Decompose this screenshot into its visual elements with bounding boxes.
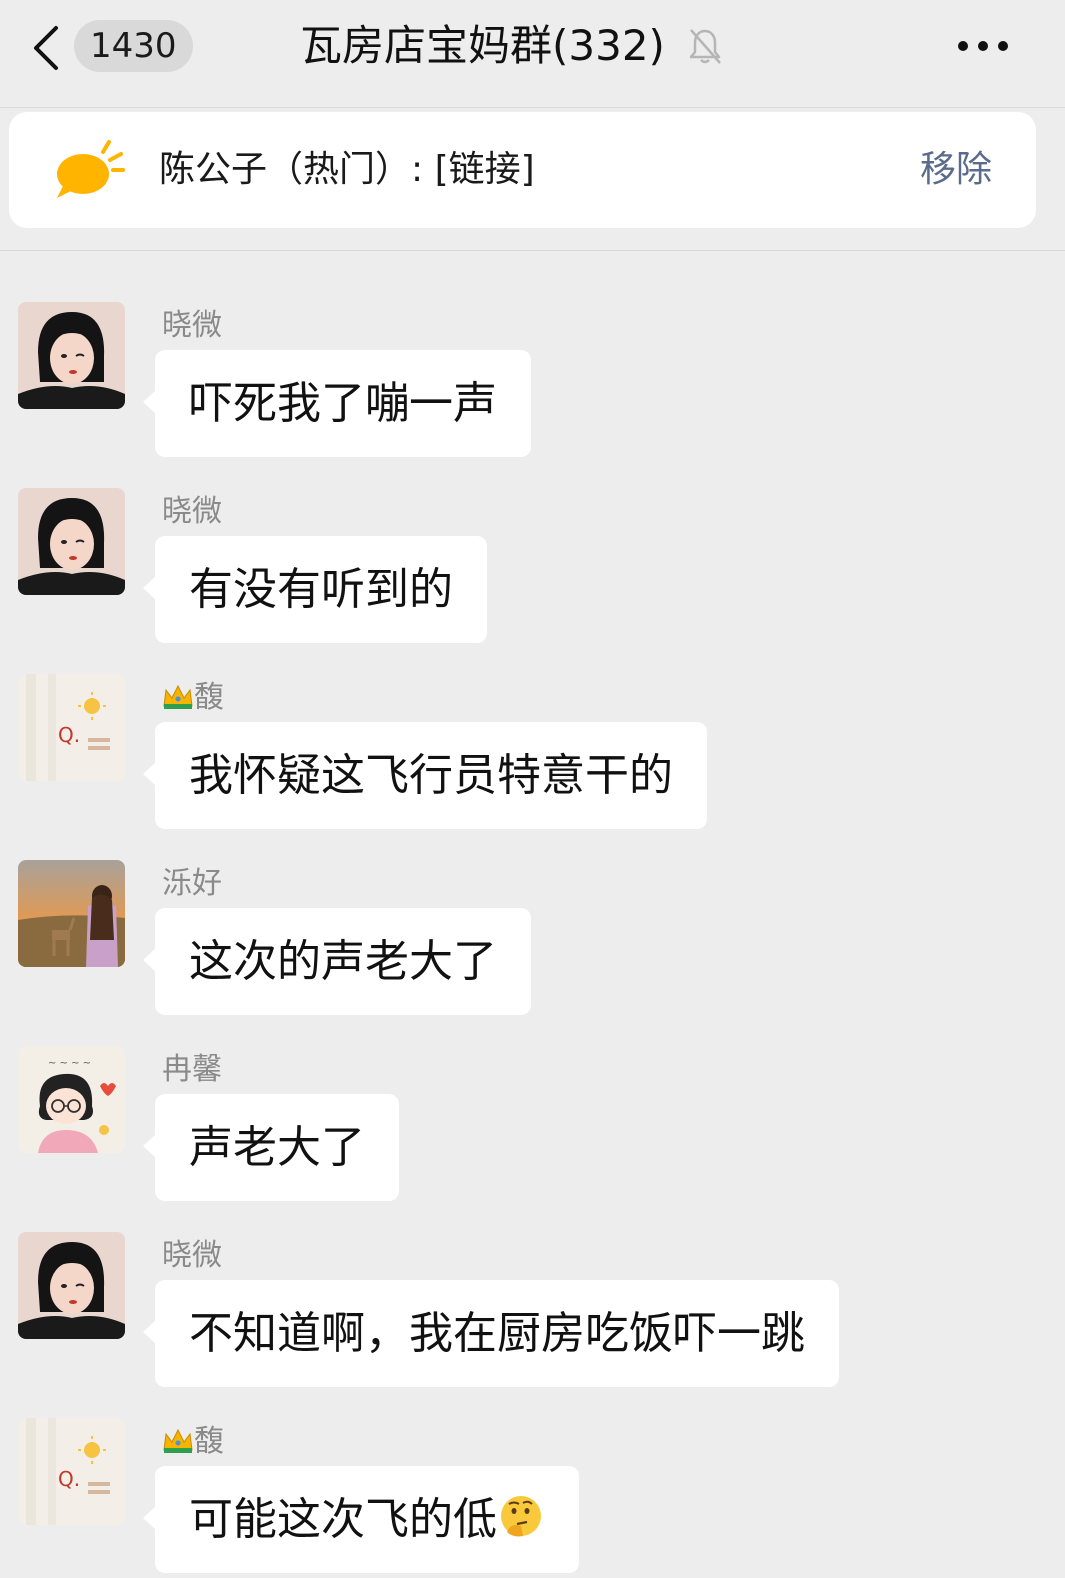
message-bubble[interactable]: 可能这次飞的低: [143, 1466, 579, 1573]
message-bubble[interactable]: 不知道啊，我在厨房吃饭吓一跳: [143, 1280, 839, 1387]
sender-name-area: 馥: [162, 1422, 224, 1462]
speech-bubble-sparkle-icon: [57, 140, 125, 198]
girl-bob-avatar[interactable]: [18, 302, 125, 409]
sun-letter-avatar[interactable]: Q.: [18, 1418, 125, 1525]
chat-title: 瓦房店宝妈群(332): [300, 21, 665, 70]
girl-bob-avatar[interactable]: [18, 1232, 125, 1339]
crown-icon: [163, 684, 193, 709]
pinned-message-bar[interactable]: 陈公子（热门）: [链接] 移除: [9, 112, 1036, 228]
sender-name: 馥: [194, 1424, 224, 1459]
sender-name: 泺好: [162, 866, 222, 901]
sender-name: 晓微: [162, 308, 222, 343]
svg-text:Q.: Q.: [58, 723, 80, 747]
sunset-deer-avatar[interactable]: [18, 860, 125, 967]
remove-pinned-button[interactable]: 移除: [920, 140, 992, 200]
crown-icon: [163, 1428, 193, 1453]
svg-text:~ ~ ~ ~: ~ ~ ~ ~: [48, 1058, 91, 1069]
thinking-face-emoji: [501, 1496, 541, 1537]
sender-name: 晓微: [162, 494, 222, 529]
more-options-icon[interactable]: [957, 38, 1009, 54]
cartoon-girl-glasses-avatar[interactable]: ~ ~ ~ ~: [18, 1046, 125, 1153]
unread-count-badge[interactable]: 1430: [74, 20, 193, 72]
pinned-message-text: 陈公子（热门）: [链接]: [159, 149, 535, 190]
svg-text:Q.: Q.: [58, 1467, 80, 1491]
message-bubble[interactable]: 吓死我了嘣一声: [143, 350, 531, 457]
muted-bell-icon: [689, 29, 721, 64]
divider: [0, 250, 1065, 251]
sender-name-area: 馥: [162, 678, 224, 718]
sender-name: 晓微: [162, 1238, 222, 1273]
message-bubble[interactable]: 有没有听到的: [143, 536, 487, 643]
message-bubble[interactable]: 声老大了: [143, 1094, 399, 1201]
message-bubble[interactable]: 我怀疑这飞行员特意干的: [143, 722, 707, 829]
message-text: 可能这次飞的低: [189, 1494, 497, 1545]
girl-bob-avatar[interactable]: [18, 488, 125, 595]
sun-letter-avatar[interactable]: Q.: [18, 674, 125, 781]
sender-name: 馥: [194, 680, 224, 715]
sender-name: 冉馨: [162, 1052, 222, 1087]
chat-title-area: 瓦房店宝妈群(332): [300, 16, 723, 76]
message-bubble[interactable]: 这次的声老大了: [143, 908, 531, 1015]
back-arrow-icon[interactable]: [28, 24, 68, 72]
chat-header: 1430 瓦房店宝妈群(332): [0, 0, 1065, 108]
